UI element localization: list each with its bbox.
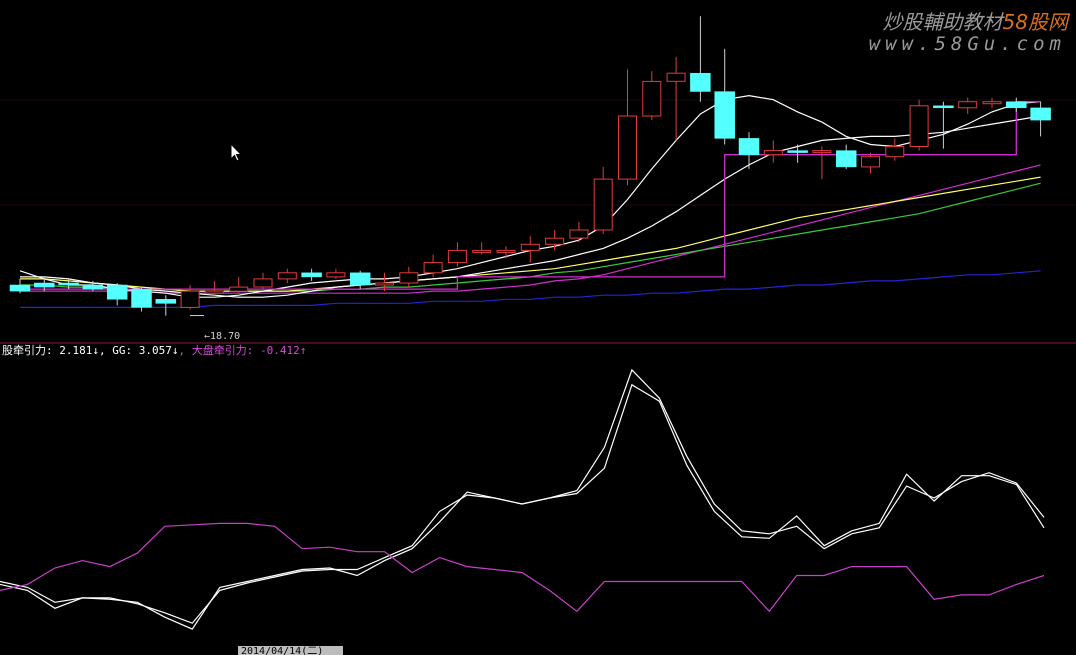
line-ma-white-short [19,94,1041,298]
candle-body-40 [982,101,1002,105]
legend-item-gg: , GG: 3.057↓ [98,344,179,357]
candle-body-18 [447,249,467,264]
candle-4 [106,283,128,306]
candle-26 [642,71,662,121]
candle-body-27 [666,72,686,82]
candle-20 [496,246,516,259]
candle-body-0 [9,284,31,292]
candle-body-42 [1030,107,1051,121]
candle-body-26 [642,80,662,117]
candle-body-3 [82,284,104,290]
candle-body-9 [229,286,249,292]
candle-23 [569,221,589,243]
candle-body-14 [349,272,371,286]
line-ma-white-mid [20,115,1041,298]
line-ma-purple [20,164,1041,294]
candle-27 [666,56,686,141]
candle-9 [229,276,249,294]
candle-body-13 [326,272,346,278]
candle-6 [155,295,177,316]
legend-item-market-traction: , 大盘牵引力: -0.412↑ [178,344,307,357]
watermark-brand-suffix: 58股网 [1002,10,1068,34]
candle-32 [787,144,808,163]
candle-19 [472,242,492,255]
low-price-value: 18.70 [210,331,241,342]
candle-38 [933,101,954,149]
line-ma-yellow [20,176,1041,292]
candle-body-29 [714,91,735,139]
indicator-legend: 股牵引力: 2.181↓, GG: 3.057↓, 大盘牵引力: -0.412↑ [2,342,306,358]
candle-body-16 [399,272,419,284]
candle-body-33 [812,150,832,154]
candle-36 [885,138,905,161]
candle-body-8 [204,290,224,294]
crosshair-date-box: 2014/04/14(二) [238,646,343,655]
candle-14 [349,270,371,290]
candle-body-5 [131,288,152,308]
candle-33 [812,146,832,180]
stock-chart-canvas[interactable] [0,0,1076,655]
candle-body-31 [763,150,783,156]
candle-body-15 [375,282,394,286]
candle-18 [447,242,467,267]
candle-body-10 [253,278,273,288]
candle-body-21 [520,243,540,251]
candle-body-34 [835,150,857,168]
candle-body-24 [593,178,613,231]
indicator-line-2 [0,522,1045,613]
candle-29 [714,48,735,145]
candle-34 [835,144,857,169]
indicator-pane[interactable] [0,368,1045,630]
candle-0 [9,278,31,294]
watermark-brand-prefix: 炒股輔助教材 [882,10,1003,34]
candle-body-1 [34,282,55,288]
candle-body-37 [909,105,929,148]
candle-body-20 [496,249,516,253]
candle-25 [618,69,637,186]
candle-35 [861,152,880,173]
candle-body-41 [1006,101,1027,109]
candle-8 [204,280,224,296]
candle-body-4 [106,284,128,300]
candle-body-30 [738,138,760,155]
candle-28 [690,16,711,102]
candle-37 [909,99,929,151]
candle-body-28 [690,72,711,92]
candle-body-25 [618,115,637,180]
candlestick-pane[interactable] [9,16,1051,317]
candle-body-17 [423,262,443,274]
indicator-line-1 [0,368,1045,624]
candle-body-39 [958,101,978,109]
candle-16 [399,266,419,288]
candle-body-11 [277,272,297,280]
candle-body-6 [155,299,177,304]
candle-body-36 [885,146,905,158]
candle-body-7 [180,290,200,308]
candle-body-2 [58,282,79,286]
mouse-pointer-icon [230,143,243,162]
candle-body-22 [545,237,565,245]
candle-31 [763,140,783,163]
candle-11 [277,268,297,283]
candle-body-19 [472,249,492,253]
candle-10 [253,272,273,290]
candle-body-12 [301,272,322,278]
candle-12 [301,268,322,281]
stock-chart-window: 炒股輔助教材58股网 www.58Gu.com ←18.70 股牵引力: 2.1… [0,0,1076,655]
candle-42 [1030,101,1051,137]
candle-body-23 [569,229,589,239]
candle-body-35 [861,156,880,168]
candle-body-32 [787,150,808,153]
indicator-line-0 [0,383,1045,630]
legend-item-stock-traction: 股牵引力: 2.181↓ [2,344,99,357]
candle-40 [982,97,1002,108]
candle-13 [326,268,346,279]
candle-24 [593,166,613,235]
watermark-url: www.58Gu.com [868,33,1066,55]
watermark-title: 炒股輔助教材58股网 [883,6,1068,35]
low-price-label: ←18.70 [204,331,241,342]
candle-body-38 [933,105,954,109]
candle-30 [738,132,760,169]
candle-21 [520,236,540,263]
